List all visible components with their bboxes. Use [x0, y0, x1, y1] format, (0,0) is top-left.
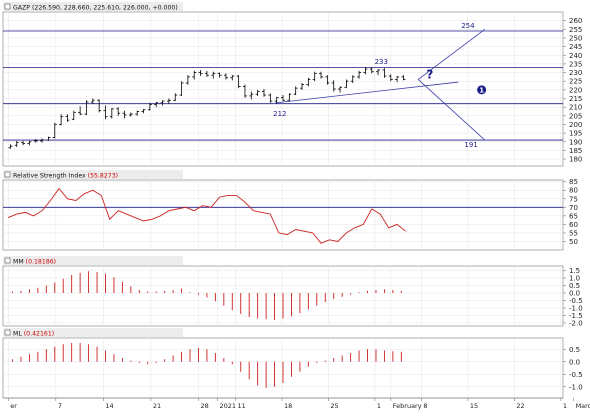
- level-annotation-label: 212: [273, 110, 286, 118]
- mm-y-tick-label: -1.0: [569, 305, 583, 313]
- x-axis-tick-label: March: [576, 402, 590, 410]
- x-axis-tick-label: 25: [330, 402, 338, 410]
- x-axis-tick-label: 1: [377, 402, 381, 410]
- rsi-y-tick-label: 85: [569, 178, 578, 186]
- rsi-y-tick-label: 70: [569, 204, 578, 212]
- mm-y-tick-label: -1.5: [569, 312, 583, 320]
- price-y-tick-label: 250: [569, 34, 582, 42]
- mm-header-box-icon: [5, 258, 10, 263]
- circled-number-label: 1: [479, 86, 484, 94]
- ml-y-tick-label: 0.5: [569, 346, 580, 354]
- x-axis-tick-label: 7: [58, 402, 62, 410]
- price-y-tick-label: 205: [569, 112, 582, 120]
- price-header-name: GAZP (226.590, 228.660, 225.610, 226.000…: [13, 5, 178, 12]
- price-y-tick-label: 220: [569, 86, 582, 94]
- x-axis-tick-label: 21: [153, 402, 161, 410]
- x-axis-tick-label: 11: [237, 402, 245, 410]
- ml-header-name: ML (0.42161): [13, 331, 54, 338]
- price-y-tick-label: 200: [569, 121, 582, 129]
- x-axis-tick-label: er: [10, 402, 17, 410]
- price-y-tick-label: 190: [569, 138, 582, 146]
- price-header-box-icon: [5, 4, 10, 9]
- rsi-pane-frame: [3, 180, 563, 250]
- level-annotation-label: 254: [461, 22, 475, 30]
- mm-y-tick-label: 0.0: [569, 290, 580, 298]
- mm-header-values: (0.18186): [26, 259, 56, 266]
- price-y-tick-label: 240: [569, 52, 582, 60]
- price-header-values: (226.590, 228.660, 225.610, 226.000, +0.…: [32, 5, 178, 12]
- x-axis-tick-label: 28: [200, 402, 208, 410]
- x-axis-tick-label: 8: [423, 402, 427, 410]
- price-y-tick-label: 180: [569, 156, 582, 164]
- mm-y-tick-label: 1.5: [569, 267, 580, 275]
- price-y-tick-label: 245: [569, 43, 582, 51]
- mm-y-tick-label: 0.5: [569, 282, 580, 290]
- rsi-y-tick-label: 50: [569, 238, 578, 246]
- ml-header-box-icon: [5, 330, 10, 335]
- x-axis-tick-label: 22: [516, 402, 524, 410]
- x-axis-tick-label: February: [393, 402, 422, 410]
- mm-y-tick-label: -2.0: [569, 320, 583, 328]
- rsi-header-name: Relative Strength Index (55.8273): [13, 173, 118, 180]
- stock-chart-workspace: 1801851901952002052102152202252302352402…: [0, 0, 590, 415]
- price-y-tick-label: 260: [569, 17, 582, 25]
- rsi-y-tick-label: 75: [569, 195, 578, 203]
- mm-y-tick-label: -0.5: [569, 297, 583, 305]
- ml-y-tick-label: -1.0: [569, 383, 583, 391]
- rsi-y-tick-label: 60: [569, 221, 578, 229]
- ml-header-values: (0.42161): [24, 331, 54, 338]
- chart-canvas[interactable]: 1801851901952002052102152202252302352402…: [0, 0, 590, 415]
- x-axis-tick-label: 18: [284, 402, 292, 410]
- price-y-tick-label: 185: [569, 147, 582, 155]
- rsi-y-tick-label: 80: [569, 187, 578, 195]
- ml-y-tick-label: -0.5: [569, 371, 583, 379]
- price-y-tick-label: 215: [569, 95, 582, 103]
- rsi-y-tick-label: 55: [569, 229, 578, 237]
- rsi-header-values: (55.8273): [88, 173, 118, 180]
- ml-y-tick-label: 0.0: [569, 358, 580, 366]
- mm-y-tick-label: 1.0: [569, 275, 580, 283]
- rsi-y-tick-label: 65: [569, 212, 578, 220]
- price-y-tick-label: 230: [569, 69, 582, 77]
- mm-header-name: MM (0.18186): [13, 259, 56, 266]
- price-y-tick-label: 225: [569, 78, 582, 86]
- x-axis-tick-label: 14: [105, 402, 113, 410]
- price-y-tick-label: 255: [569, 26, 582, 34]
- question-mark-annotation: ?: [426, 67, 433, 81]
- price-y-tick-label: 195: [569, 130, 582, 138]
- x-axis-tick-label: 2021: [219, 402, 236, 410]
- level-annotation-label: 233: [375, 58, 388, 66]
- price-y-tick-label: 235: [569, 60, 582, 68]
- x-axis-tick-label: 1: [563, 402, 567, 410]
- price-y-tick-label: 210: [569, 104, 582, 112]
- rsi-header-box-icon: [5, 172, 10, 177]
- x-axis-tick-label: 15: [470, 402, 478, 410]
- level-annotation-label: 191: [464, 141, 477, 149]
